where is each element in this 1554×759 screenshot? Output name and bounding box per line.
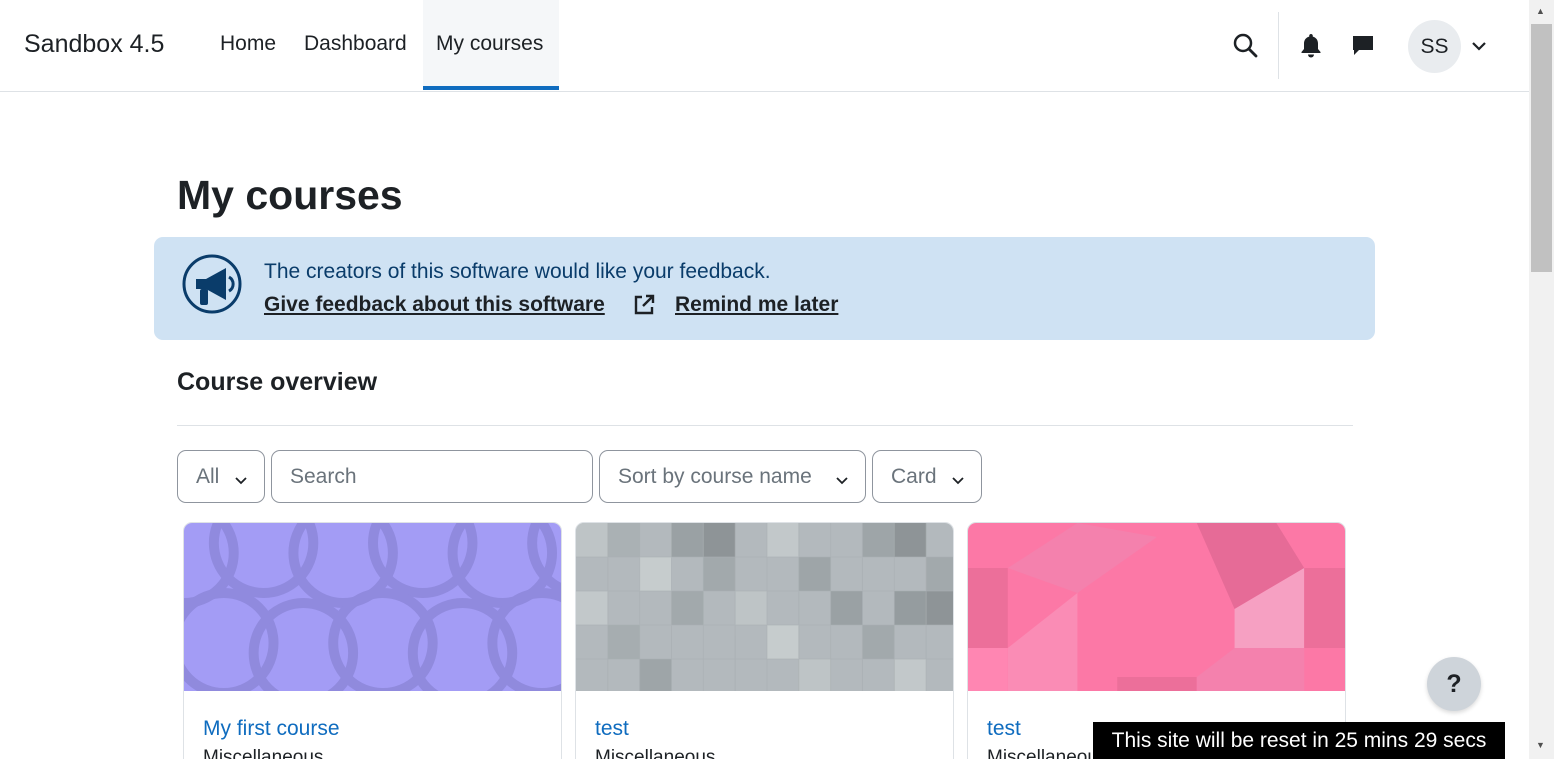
course-search-input[interactable]	[271, 450, 593, 503]
reset-countdown-banner: This site will be reset in 25 mins 29 se…	[1093, 722, 1505, 759]
view-dropdown[interactable]: Card	[872, 450, 982, 503]
view-dropdown-label: Card	[891, 464, 937, 488]
course-name[interactable]: test	[595, 717, 629, 741]
course-category: Miscellaneous	[595, 747, 716, 759]
feedback-message: The creators of this software would like…	[264, 260, 771, 283]
search-icon[interactable]	[1230, 30, 1260, 60]
section-divider	[177, 425, 1353, 426]
chevron-down-icon	[951, 468, 965, 492]
scroll-thumb[interactable]	[1531, 24, 1552, 272]
user-avatar[interactable]: SS	[1408, 20, 1461, 73]
external-link-icon	[632, 293, 656, 322]
course-image[interactable]	[968, 523, 1345, 691]
give-feedback-link[interactable]: Give feedback about this software	[264, 293, 605, 317]
top-navbar: Sandbox 4.5 Home Dashboard My courses SS	[0, 0, 1529, 92]
chevron-down-icon	[835, 468, 849, 492]
page-scrollbar[interactable]: ▲ ▼	[1529, 0, 1554, 759]
reset-countdown-text: This site will be reset in 25 mins 29 se…	[1111, 728, 1487, 752]
course-category: Miscellaneous	[987, 747, 1108, 759]
course-overview-title: Course overview	[177, 368, 378, 396]
megaphone-icon	[182, 253, 244, 320]
navbar-divider	[1278, 12, 1279, 79]
help-button-label: ?	[1446, 669, 1462, 698]
nav-dashboard[interactable]: Dashboard	[304, 32, 407, 56]
grouping-dropdown-label: All	[196, 464, 220, 488]
course-card[interactable]: test Miscellaneous	[575, 522, 954, 759]
sort-dropdown[interactable]: Sort by course name	[599, 450, 866, 503]
course-card[interactable]: My first course Miscellaneous	[183, 522, 562, 759]
chevron-down-icon	[234, 468, 248, 492]
nav-my-courses[interactable]: My courses	[423, 0, 559, 90]
nav-my-courses-label: My courses	[436, 32, 544, 55]
course-name[interactable]: test	[987, 717, 1021, 741]
nav-home[interactable]: Home	[220, 32, 276, 56]
course-category: Miscellaneous	[203, 747, 324, 759]
sort-dropdown-label: Sort by course name	[618, 464, 812, 488]
remind-later-link[interactable]: Remind me later	[675, 293, 838, 317]
page-title: My courses	[177, 172, 403, 218]
feedback-alert: The creators of this software would like…	[154, 237, 1375, 340]
bell-icon[interactable]	[1298, 31, 1324, 59]
scroll-down-arrow-icon[interactable]: ▼	[1536, 740, 1545, 750]
avatar-initials: SS	[1420, 34, 1449, 58]
help-button[interactable]: ?	[1427, 657, 1481, 711]
course-image[interactable]	[576, 523, 953, 691]
chevron-down-icon[interactable]	[1470, 37, 1488, 55]
course-name[interactable]: My first course	[203, 717, 340, 741]
grouping-dropdown[interactable]: All	[177, 450, 265, 503]
scroll-up-arrow-icon[interactable]: ▲	[1536, 6, 1545, 16]
chat-icon[interactable]	[1350, 31, 1376, 59]
course-image[interactable]	[184, 523, 561, 691]
site-brand[interactable]: Sandbox 4.5	[24, 30, 164, 59]
